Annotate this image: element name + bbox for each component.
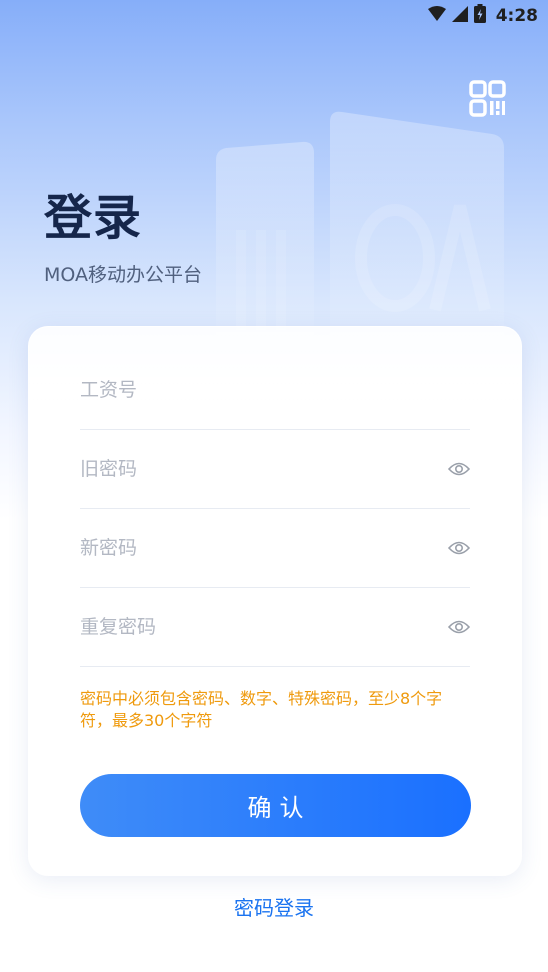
login-page: 4:28 登录 MOA移动办公平台 工资号 密码中必须包含密码、数字、特殊密码，… xyxy=(0,0,548,972)
old-password-eye-icon[interactable] xyxy=(447,461,471,477)
new-password-input[interactable] xyxy=(80,509,410,587)
password-change-card: 密码中必须包含密码、数字、特殊密码，至少8个字符，最多30个字符 确认 xyxy=(28,326,522,876)
repeat-password-field xyxy=(80,588,471,667)
battery-icon xyxy=(473,4,486,27)
wifi-icon xyxy=(427,5,446,26)
moa-watermark xyxy=(210,100,510,360)
password-rule-hint: 密码中必须包含密码、数字、特殊密码，至少8个字符，最多30个字符 xyxy=(80,689,443,730)
confirm-button[interactable]: 确认 xyxy=(80,774,471,837)
repeat-password-input[interactable] xyxy=(80,588,410,666)
new-password-eye-icon[interactable] xyxy=(447,540,471,556)
status-bar: 4:28 xyxy=(0,0,548,30)
old-password-input[interactable] xyxy=(80,430,410,508)
page-subtitle: MOA移动办公平台 xyxy=(44,264,203,286)
employee-id-field xyxy=(80,351,470,430)
password-login-link[interactable]: 密码登录 xyxy=(0,896,548,920)
page-title: 登录 xyxy=(44,190,143,246)
new-password-field xyxy=(80,509,471,588)
employee-id-input[interactable] xyxy=(80,351,410,429)
old-password-field xyxy=(80,430,471,509)
status-icons: 4:28 xyxy=(427,4,538,27)
cellular-signal-icon xyxy=(451,5,468,26)
repeat-password-eye-icon[interactable] xyxy=(447,619,471,635)
status-time: 4:28 xyxy=(495,5,538,26)
